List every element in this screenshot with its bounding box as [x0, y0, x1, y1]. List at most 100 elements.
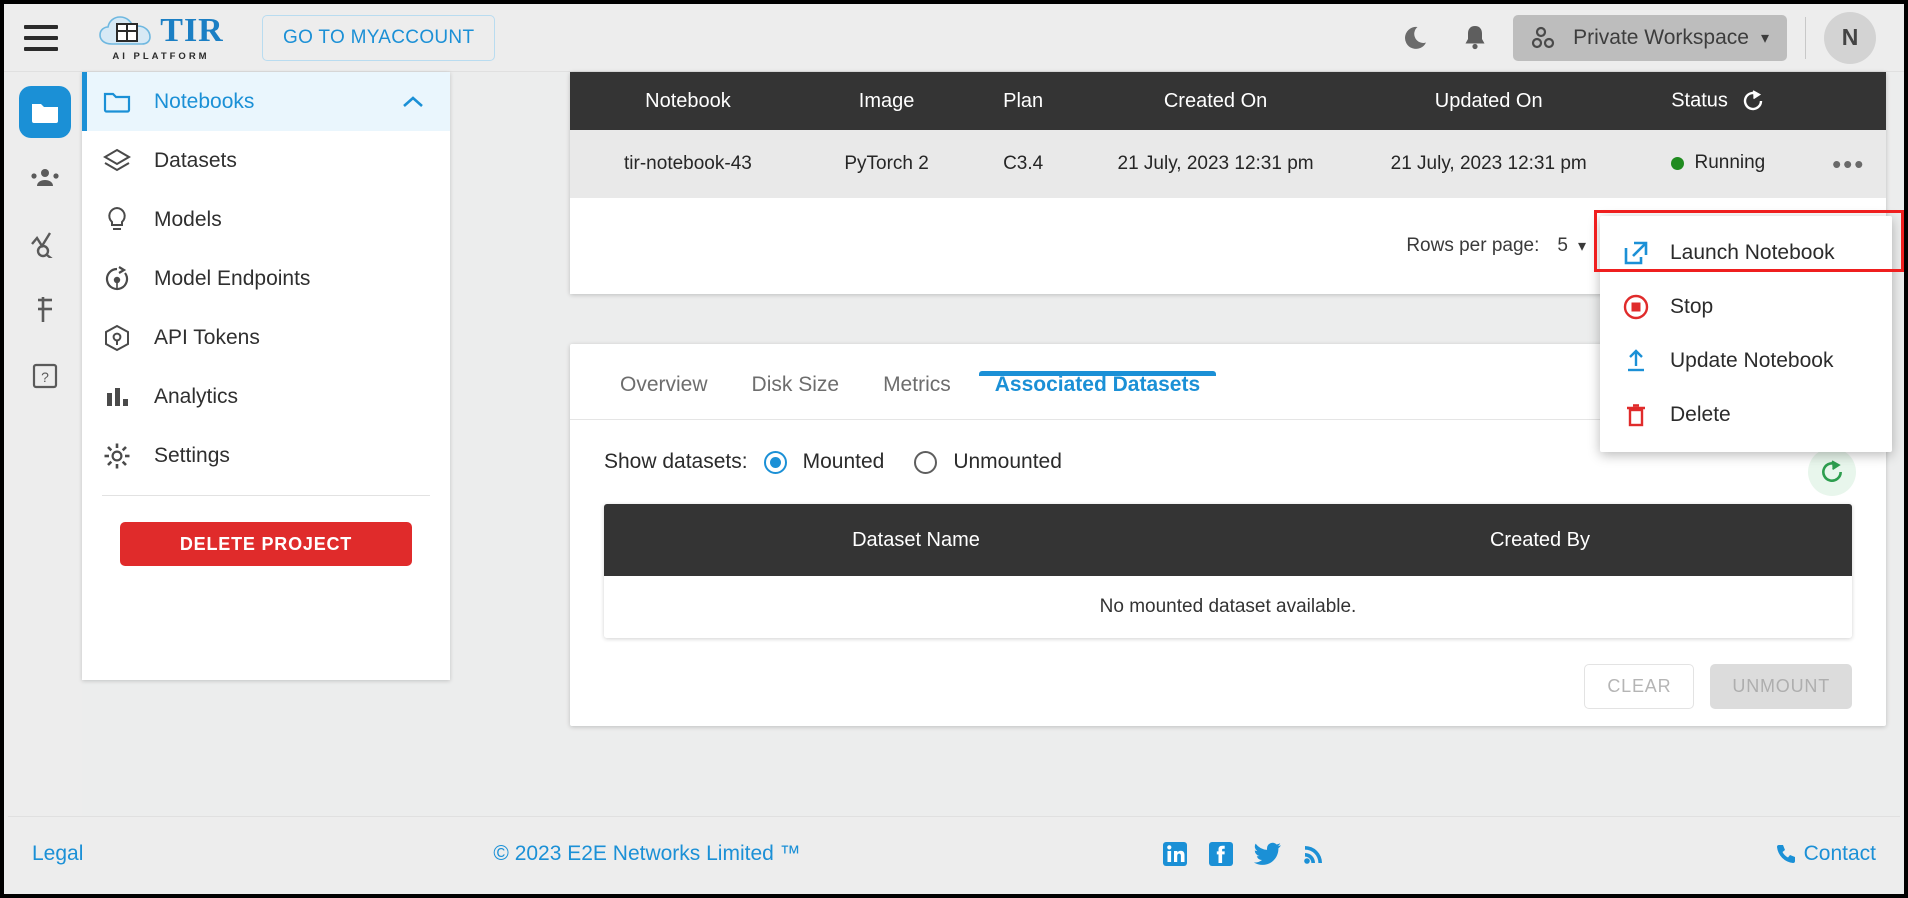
menu-item-launch-notebook[interactable]: Launch Notebook [1600, 226, 1892, 280]
col-updated-on: Updated On [1352, 72, 1626, 130]
external-link-icon [1622, 239, 1650, 267]
sidebar-item-label: Datasets [154, 148, 237, 172]
rail-item-billing[interactable] [19, 284, 71, 336]
go-to-myaccount-button[interactable]: GO TO MYACCOUNT [262, 14, 496, 61]
gear-icon [102, 442, 132, 470]
chevron-down-icon: ▾ [1760, 29, 1769, 47]
sidebar-item-label: API Tokens [154, 325, 260, 349]
rail-item-team[interactable] [19, 152, 71, 204]
hamburger-icon[interactable] [24, 24, 58, 51]
rupee-icon [38, 297, 52, 322]
cell-actions: ••• [1811, 130, 1886, 198]
rows-per-page-value: 5 [1557, 235, 1568, 256]
endpoint-icon [102, 265, 132, 293]
rail-item-projects[interactable] [19, 86, 71, 138]
footer-social-links [1161, 840, 1327, 868]
header-divider [1805, 16, 1806, 59]
cell-created-on: 21 July, 2023 12:31 pm [1079, 130, 1353, 198]
menu-item-stop[interactable]: Stop [1600, 280, 1892, 334]
dataset-table: Dataset Name Created By No mounted datas… [604, 504, 1852, 638]
dataset-table-header: Dataset Name Created By [604, 504, 1852, 576]
rows-per-page-select[interactable]: 5 ▾ [1557, 235, 1586, 257]
folder-icon [102, 90, 132, 114]
footer-bar: Legal © 2023 E2E Networks Limited ™ Cont… [8, 816, 1900, 890]
sidebar-item-datasets[interactable]: Datasets [82, 131, 450, 190]
tab-metrics[interactable]: Metrics [861, 373, 973, 419]
col-plan: Plan [967, 72, 1079, 130]
col-created-by: Created By [1489, 528, 1591, 551]
status-dot-icon [1671, 156, 1685, 170]
facebook-icon[interactable] [1207, 840, 1235, 868]
table-row[interactable]: tir-notebook-43 PyTorch 2 C3.4 21 July, … [570, 130, 1886, 198]
menu-item-label: Delete [1670, 403, 1731, 426]
project-nav-panel: Notebooks Datasets Models Model Endpoint… [82, 72, 450, 680]
col-actions [1811, 72, 1886, 130]
moon-icon[interactable] [1391, 15, 1447, 61]
col-status: Status [1625, 72, 1812, 130]
upload-icon [1622, 347, 1650, 375]
tab-disk-size[interactable]: Disk Size [730, 373, 862, 419]
menu-item-label: Update Notebook [1670, 349, 1834, 372]
sidebar-item-label: Models [154, 207, 222, 231]
workspace-selector[interactable]: Private Workspace ▾ [1513, 14, 1787, 61]
sidebar-item-analytics[interactable]: Analytics [82, 367, 450, 426]
bell-icon[interactable] [1447, 15, 1503, 61]
sidebar-item-models[interactable]: Models [82, 190, 450, 249]
workspace-group-icon [1531, 26, 1561, 50]
cell-notebook-name: tir-notebook-43 [570, 130, 806, 198]
rss-icon[interactable] [1301, 840, 1327, 868]
kebab-menu-icon[interactable]: ••• [1832, 149, 1865, 179]
radio-mounted[interactable] [763, 450, 787, 474]
status-badge: Running [1694, 152, 1766, 174]
cell-status: Running [1625, 130, 1812, 198]
header-right-actions: Private Workspace ▾ N [1391, 11, 1904, 64]
sidebar-item-label: Model Endpoints [154, 266, 311, 290]
cube-icon [102, 324, 132, 352]
linkedin-icon[interactable] [1161, 840, 1189, 868]
cell-updated-on: 21 July, 2023 12:31 pm [1352, 130, 1626, 198]
notebook-table: Notebook Image Plan Created On Updated O… [570, 72, 1886, 198]
dataset-empty-message: No mounted dataset available. [604, 576, 1852, 638]
bar-chart-icon [102, 385, 132, 409]
sidebar-item-settings[interactable]: Settings [82, 426, 450, 485]
sidebar-item-notebooks[interactable]: Notebooks [82, 72, 450, 131]
radio-mounted-label[interactable]: Mounted [803, 450, 885, 474]
rail-item-help[interactable]: ? [19, 350, 71, 402]
delete-project-button[interactable]: DELETE PROJECT [120, 522, 412, 566]
radio-unmounted[interactable] [914, 450, 938, 474]
tab-associated-datasets[interactable]: Associated Datasets [973, 371, 1222, 419]
tab-overview[interactable]: Overview [598, 373, 730, 419]
refresh-icon[interactable] [1741, 89, 1765, 113]
people-icon [31, 169, 59, 186]
question-box-icon: ? [32, 363, 58, 389]
footer-contact-link[interactable]: Contact [1774, 842, 1876, 866]
bulb-icon [102, 206, 132, 234]
clear-button[interactable]: CLEAR [1584, 664, 1695, 709]
footer-copyright: © 2023 E2E Networks Limited ™ [493, 841, 801, 865]
layers-icon [102, 148, 132, 174]
col-dataset-name: Dataset Name [852, 528, 980, 551]
rail-item-monitoring[interactable] [19, 218, 71, 270]
sidebar-divider [102, 495, 430, 496]
chevron-up-icon[interactable] [402, 95, 424, 109]
unmount-button: UNMOUNT [1710, 664, 1852, 709]
menu-item-delete[interactable]: Delete [1600, 388, 1892, 442]
sidebar-item-label: Notebooks [154, 89, 255, 113]
radio-unmounted-label[interactable]: Unmounted [953, 450, 1062, 474]
show-datasets-label: Show datasets: [604, 450, 748, 473]
sidebar-item-api-tokens[interactable]: API Tokens [82, 308, 450, 367]
refresh-datasets-button[interactable] [1808, 448, 1856, 496]
app-root: TIR AI PLATFORM GO TO MYACCOUNT Private … [0, 0, 1908, 898]
sidebar-item-model-endpoints[interactable]: Model Endpoints [82, 249, 450, 308]
twitter-icon[interactable] [1253, 840, 1283, 868]
icon-rail: ? [8, 72, 82, 816]
avatar[interactable]: N [1824, 11, 1876, 64]
dataset-actions: CLEAR UNMOUNT [570, 638, 1886, 709]
footer-legal-link[interactable]: Legal [32, 842, 83, 866]
brand-tagline: AI PLATFORM [112, 50, 210, 62]
sidebar-item-label: Analytics [154, 384, 239, 408]
menu-item-update-notebook[interactable]: Update Notebook [1600, 334, 1892, 388]
footer-contact-label: Contact [1803, 841, 1876, 865]
notebook-table-body: tir-notebook-43 PyTorch 2 C3.4 21 July, … [570, 130, 1886, 198]
notebook-table-head: Notebook Image Plan Created On Updated O… [570, 72, 1886, 130]
